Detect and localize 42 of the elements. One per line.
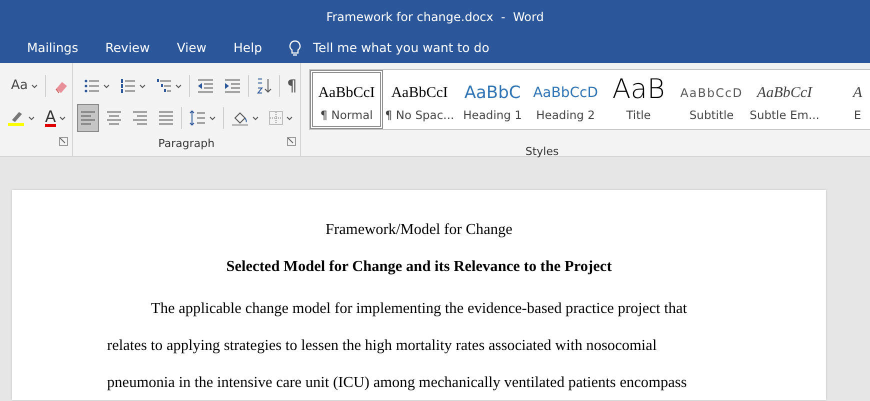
caret-icon (174, 84, 182, 88)
caret-icon (58, 116, 66, 120)
document-heading: Framework/Model for Change (324, 220, 514, 240)
line-spacing-icon (188, 110, 206, 126)
align-center-icon (106, 110, 122, 126)
dialog-launcher-icon (58, 137, 68, 146)
align-left-button[interactable] (76, 104, 99, 132)
caret-icon (286, 116, 293, 120)
ribbon-tab[interactable]: Mailings (27, 38, 78, 58)
tell-me-field[interactable]: Tell me what you want to do (313, 38, 514, 58)
caret-icon (28, 116, 35, 120)
ribbon-tab[interactable]: Help (234, 38, 262, 58)
change-case-button[interactable]: Aa (8, 72, 41, 100)
caret-icon (208, 116, 216, 120)
decrease-indent-icon (196, 78, 214, 94)
group-label: Paragraph (158, 137, 215, 150)
caret-icon (102, 84, 110, 88)
borders-icon (268, 111, 283, 125)
ribbon-tab[interactable]: View (176, 38, 207, 58)
ribbon-tab[interactable]: Review (105, 38, 150, 58)
highlighter-icon (7, 110, 25, 126)
increase-indent-icon (224, 78, 241, 94)
lightbulb-icon (289, 40, 302, 56)
paint-bucket-icon (230, 110, 249, 126)
show-marks-button[interactable]: ¶ (284, 72, 300, 100)
style-item[interactable]: AaBbCcI ¶ Normal (310, 70, 384, 129)
caret-icon (138, 84, 146, 88)
align-justify-icon (158, 110, 174, 126)
numbered-list-icon (120, 78, 136, 94)
body-paragraph: The applicable change model for implementing the evidence-based practice project that relates to applying strategies to lessen the high mortality rates associated with nosocomial pneumonia in the intensive care unit (ICU) among mechanically ventilated patients encompass (107, 299, 688, 393)
document-subheading: Selected Model for Change and its Relevance to the Project (225, 257, 613, 277)
dialog-launcher-icon (287, 137, 296, 146)
sort-icon (256, 78, 272, 94)
caret-icon (252, 116, 259, 120)
align-left-icon (80, 110, 96, 126)
group-label: Styles (525, 145, 559, 158)
font-color-button[interactable]: A (42, 104, 69, 132)
align-right-icon (132, 110, 148, 126)
window-title: Framework for change.docx - Word (326, 8, 544, 26)
caret-icon (30, 84, 38, 88)
bullet-list-icon (84, 78, 100, 94)
multilevel-list-icon (156, 78, 172, 94)
